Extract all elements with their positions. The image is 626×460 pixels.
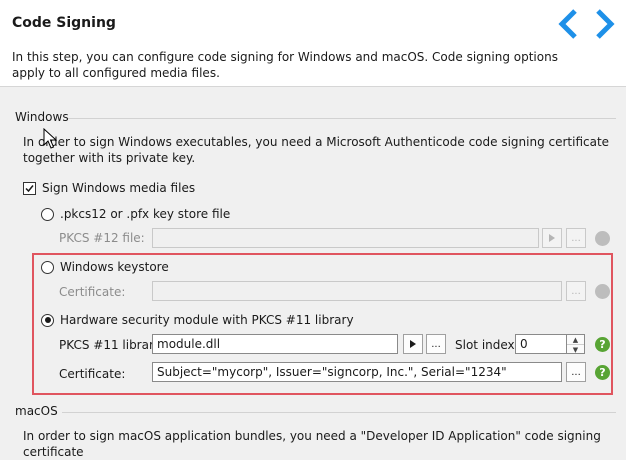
pkcs12-file-input[interactable] bbox=[152, 228, 539, 248]
slot-index-input[interactable]: 0 bbox=[515, 334, 567, 354]
hsm-library-help-icon[interactable]: ? bbox=[595, 337, 610, 352]
hsm-certificate-input[interactable]: Subject="mycorp", Issuer="signcorp, Inc.… bbox=[152, 362, 562, 382]
page-title: Code Signing bbox=[12, 15, 116, 31]
chevron-left-icon[interactable] bbox=[555, 8, 581, 40]
pkcs12-radio[interactable] bbox=[41, 207, 54, 221]
sign-windows-checkbox-row[interactable]: Sign Windows media files bbox=[23, 178, 195, 198]
windows-group-label: Windows bbox=[15, 110, 69, 124]
spinner-down-icon[interactable]: ▼ bbox=[567, 345, 584, 354]
slot-index-label: Slot index: bbox=[455, 338, 519, 352]
keystore-ellipsis-button[interactable]: ... bbox=[566, 281, 586, 301]
pkcs12-file-label: PKCS #12 file: bbox=[59, 231, 145, 245]
checkmark-icon bbox=[25, 184, 34, 192]
hsm-certificate-help-icon[interactable]: ? bbox=[595, 365, 610, 380]
page-header: Code Signing In this step, you can confi… bbox=[0, 0, 626, 87]
sign-windows-label: Sign Windows media files bbox=[42, 181, 196, 195]
keystore-status-icon bbox=[595, 284, 610, 299]
pkcs12-ellipsis-button[interactable]: ... bbox=[566, 228, 586, 248]
hsm-radio-label: Hardware security module with PKCS #11 l… bbox=[60, 313, 354, 327]
sign-windows-checkbox[interactable] bbox=[23, 181, 36, 195]
play-icon bbox=[549, 234, 555, 242]
spinner-up-icon[interactable]: ▲ bbox=[567, 335, 584, 345]
mouse-cursor-icon bbox=[43, 128, 57, 149]
macos-group-label: macOS bbox=[15, 404, 58, 418]
hsm-library-ellipsis-button[interactable]: ... bbox=[426, 334, 446, 354]
hsm-certificate-label: Certificate: bbox=[59, 367, 126, 381]
macos-group-divider bbox=[62, 412, 616, 413]
pkcs12-radio-row[interactable]: .pkcs12 or .pfx key store file bbox=[41, 204, 230, 224]
hsm-library-input[interactable]: module.dll bbox=[152, 334, 398, 354]
slot-index-spinner[interactable]: ▲ ▼ bbox=[567, 334, 585, 354]
keystore-certificate-label: Certificate: bbox=[59, 285, 126, 299]
chevron-right-icon[interactable] bbox=[592, 8, 618, 40]
keystore-radio[interactable] bbox=[41, 260, 54, 274]
keystore-radio-row[interactable]: Windows keystore bbox=[41, 257, 169, 277]
hsm-radio-row[interactable]: Hardware security module with PKCS #11 l… bbox=[41, 310, 354, 330]
windows-group-divider bbox=[68, 118, 616, 119]
hsm-library-run-button[interactable] bbox=[403, 334, 423, 354]
macos-hint: In order to sign macOS application bundl… bbox=[23, 429, 601, 459]
hsm-certificate-ellipsis-button[interactable]: ... bbox=[566, 362, 586, 382]
play-icon bbox=[410, 340, 416, 348]
keystore-certificate-input[interactable] bbox=[152, 281, 562, 301]
hsm-library-label: PKCS #11 library: bbox=[59, 338, 165, 352]
keystore-radio-label: Windows keystore bbox=[60, 260, 169, 274]
pkcs12-status-icon bbox=[595, 231, 610, 246]
hsm-radio[interactable] bbox=[41, 313, 54, 327]
windows-hint: In order to sign Windows executables, yo… bbox=[23, 135, 610, 165]
page-description: In this step, you can configure code sig… bbox=[12, 50, 558, 80]
pkcs12-radio-label: .pkcs12 or .pfx key store file bbox=[60, 207, 231, 221]
pkcs12-browse-run-button[interactable] bbox=[542, 228, 562, 248]
